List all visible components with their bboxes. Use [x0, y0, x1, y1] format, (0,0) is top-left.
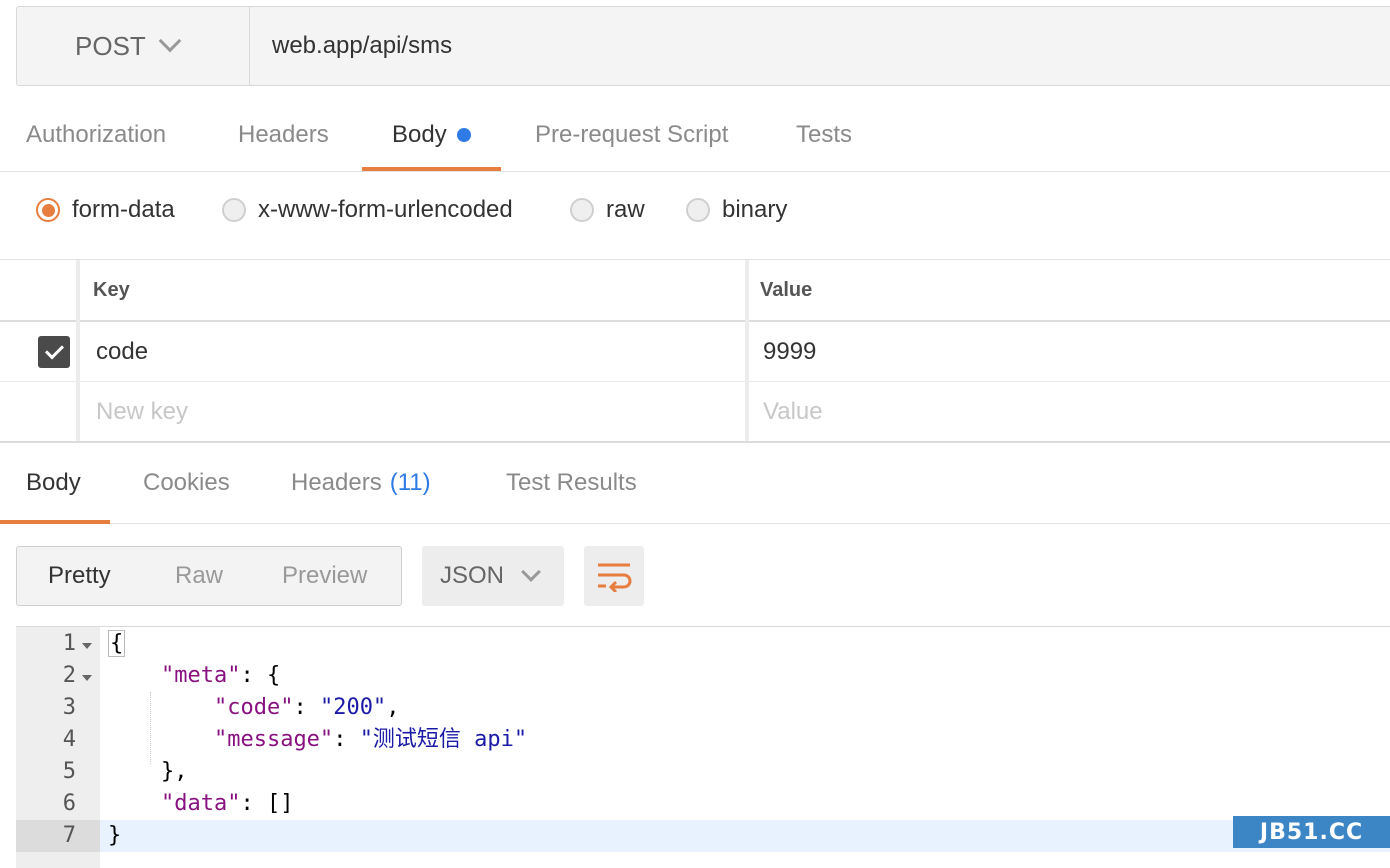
radio-raw[interactable]: raw	[570, 196, 645, 224]
fold-arrow-icon[interactable]	[82, 643, 92, 649]
new-value-field[interactable]: Value	[763, 382, 823, 442]
code-line: "code": "200",	[213, 695, 400, 720]
request-tabs: Authorization Headers Body Pre-request S…	[0, 100, 1390, 172]
body-type-options: form-data x-www-form-urlencoded raw bina…	[0, 172, 1390, 260]
code-line: "message": "测试短信 api"	[213, 727, 528, 752]
tab-cookies[interactable]: Cookies	[143, 444, 230, 522]
column-divider[interactable]	[745, 260, 749, 441]
line-number: 7	[62, 823, 76, 848]
column-divider	[76, 260, 80, 441]
url-input[interactable]: web.app/api/sms	[250, 7, 452, 85]
radio-x-www-form-urlencoded[interactable]: x-www-form-urlencoded	[222, 196, 513, 224]
tab-authorization[interactable]: Authorization	[26, 100, 166, 170]
chevron-down-icon	[521, 562, 541, 582]
code-line: "data": []	[160, 791, 294, 816]
line-number: 3	[62, 695, 76, 720]
radio-icon	[570, 198, 594, 222]
table-row-new: New key Value	[0, 382, 1390, 442]
column-header-key: Key	[93, 278, 130, 301]
column-header-value: Value	[760, 278, 813, 301]
view-pretty-button[interactable]: Pretty	[48, 562, 111, 590]
radio-form-data[interactable]: form-data	[36, 196, 175, 224]
tab-pre-request-script[interactable]: Pre-request Script	[535, 100, 728, 170]
watermark: JB51.CC	[1233, 816, 1390, 848]
tab-test-results[interactable]: Test Results	[506, 444, 637, 522]
wrap-lines-button[interactable]	[584, 546, 644, 606]
view-mode-group: Pretty Raw Preview	[16, 546, 402, 606]
radio-selected-icon	[36, 198, 60, 222]
line-number: 2	[62, 663, 76, 688]
request-url-bar: POST web.app/api/sms	[16, 6, 1390, 86]
table-header: Key Value	[0, 260, 1390, 322]
code-line: "meta": {	[160, 663, 281, 688]
wrap-lines-icon	[598, 563, 632, 592]
modified-dot-icon	[456, 128, 471, 142]
fold-arrow-icon[interactable]	[82, 675, 92, 681]
radio-binary[interactable]: binary	[686, 196, 787, 224]
response-tabs: Body Cookies Headers (11) Test Results	[0, 444, 1390, 524]
table-row: code 9999	[0, 322, 1390, 382]
new-key-field[interactable]: New key	[96, 382, 188, 442]
radio-icon	[222, 198, 246, 222]
line-number: 4	[62, 727, 76, 752]
response-code-editor[interactable]: 1 2 3 4 5 6 7 { "meta": { "code": "200",…	[16, 626, 1390, 868]
tab-response-headers[interactable]: Headers (11)	[291, 444, 431, 522]
code-line: },	[160, 759, 188, 784]
tab-headers[interactable]: Headers	[238, 100, 329, 170]
indent-guide	[150, 692, 151, 764]
method-select[interactable]: POST	[17, 7, 250, 85]
tab-tests[interactable]: Tests	[796, 100, 852, 170]
method-label: POST	[75, 30, 146, 61]
value-field[interactable]: 9999	[763, 322, 816, 381]
row-enabled-checkbox[interactable]	[38, 336, 70, 368]
line-number: 5	[62, 759, 76, 784]
line-number: 1	[62, 631, 76, 656]
format-select[interactable]: JSON	[422, 546, 564, 606]
format-label: JSON	[440, 562, 505, 589]
line-number: 6	[62, 791, 76, 816]
view-raw-button[interactable]: Raw	[175, 562, 223, 590]
tab-response-body[interactable]: Body	[0, 444, 110, 524]
code-line: }	[108, 823, 122, 848]
key-field[interactable]: code	[96, 322, 148, 381]
tab-body[interactable]: Body	[362, 100, 501, 171]
form-data-table: Key Value code 9999 New key Value	[0, 260, 1390, 443]
active-line-highlight	[100, 820, 1390, 852]
view-preview-button[interactable]: Preview	[282, 562, 367, 590]
chevron-down-icon	[158, 29, 182, 53]
code-line: {	[108, 630, 126, 657]
headers-count-badge: (11)	[389, 469, 431, 496]
radio-icon	[686, 198, 710, 222]
